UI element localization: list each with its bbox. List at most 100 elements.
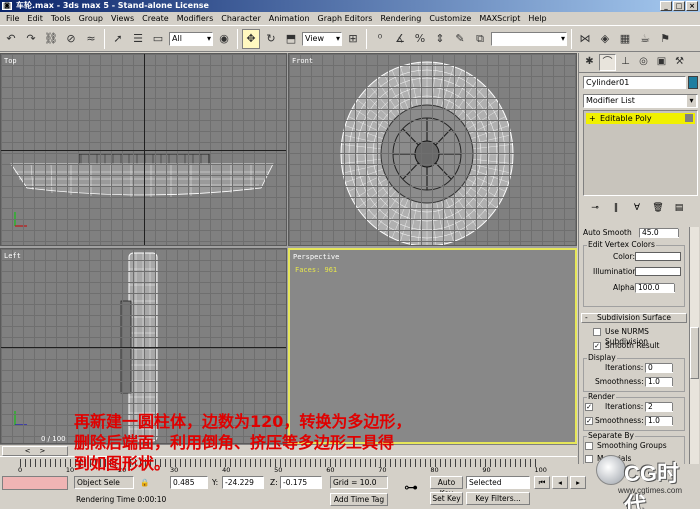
show-end-result-icon[interactable]: ‖ (608, 203, 624, 213)
alpha-field[interactable]: 100.0 (635, 283, 680, 293)
play-icon[interactable]: ▸ (570, 476, 586, 489)
go-to-start-icon[interactable]: ⏮ (534, 476, 550, 489)
pivot-center-icon[interactable]: ⊞ (344, 29, 362, 49)
reference-coordinate-dropdown[interactable]: View (302, 31, 342, 46)
maxscript-listener-box[interactable] (2, 476, 68, 490)
angle-snap-icon[interactable]: ∡ (391, 29, 409, 49)
menu-create[interactable]: Create (138, 12, 173, 25)
spinner-snap-icon[interactable]: ⇕ (431, 29, 449, 49)
select-move-icon[interactable]: ✥ (242, 28, 260, 49)
command-panel-scrollbar[interactable] (689, 227, 699, 464)
motion-tab-icon[interactable]: ◎ (635, 54, 652, 71)
create-tab-icon[interactable]: ✱ (581, 54, 598, 71)
auto-smooth-threshold-field[interactable]: 45.0 (639, 228, 684, 238)
smooth-result-checkbox[interactable]: ✓ (593, 342, 601, 350)
illumination-color-swatch[interactable] (635, 267, 681, 276)
bind-space-warp-icon[interactable]: ≈ (82, 29, 100, 49)
display-smoothness-field[interactable]: 1.0 (645, 377, 678, 387)
time-slider-thumb[interactable]: < > (2, 446, 68, 456)
align-icon[interactable]: ◈ (596, 29, 614, 49)
menu-animation[interactable]: Animation (265, 12, 314, 25)
undo-icon[interactable]: ↶ (2, 29, 20, 49)
percent-snap-icon[interactable]: % (411, 29, 429, 49)
use-nurms-checkbox[interactable] (593, 328, 601, 336)
previous-frame-icon[interactable]: ◂ (552, 476, 568, 489)
menu-group[interactable]: Group (75, 12, 107, 25)
menu-tools[interactable]: Tools (47, 12, 75, 25)
key-selection-dropdown[interactable]: Selected (466, 476, 530, 489)
material-editor-icon[interactable]: ▦ (616, 29, 634, 49)
display-tab-icon[interactable]: ▣ (653, 54, 670, 71)
viewport-label[interactable]: Perspective (293, 253, 339, 261)
auto-key-button[interactable]: Auto Key (430, 476, 463, 498)
pin-stack-icon[interactable]: ⊸ (587, 203, 603, 213)
modifier-list-dropdown[interactable]: Modifier List (583, 94, 698, 108)
key-filters-button[interactable]: Key Filters... (466, 492, 530, 505)
menu-maxscript[interactable]: MAXScript (475, 12, 524, 25)
menu-graph-editors[interactable]: Graph Editors (314, 12, 377, 25)
display-iterations-field[interactable]: 0 (645, 363, 678, 373)
minimize-button[interactable]: _ (660, 1, 672, 11)
y-coordinate-field[interactable]: -24.229 (222, 476, 264, 489)
selection-filter-dropdown[interactable]: All (169, 31, 213, 46)
object-name-field[interactable]: Cylinder01 (583, 76, 686, 89)
viewport-label[interactable]: Front (292, 57, 313, 65)
add-time-tag-button[interactable]: Add Time Tag (330, 493, 388, 506)
utilities-tab-icon[interactable]: ⚒ (671, 54, 688, 71)
select-rotate-icon[interactable]: ↻ (262, 29, 280, 49)
menu-modifiers[interactable]: Modifiers (173, 12, 218, 25)
lock-selection-icon[interactable]: 🔒 (140, 476, 149, 489)
link-icon[interactable]: ⛓ (42, 29, 60, 49)
named-selection-icon[interactable]: ✎ (451, 29, 469, 49)
snaps-toggle-icon[interactable]: ⁰ (371, 29, 389, 49)
render-iterations-checkbox[interactable]: ✓ (585, 403, 593, 411)
mirror-selected-icon[interactable]: ⋈ (576, 29, 594, 49)
redo-icon[interactable]: ↷ (22, 29, 40, 49)
vertex-color-swatch[interactable] (635, 252, 681, 261)
auto-smooth-button[interactable]: Auto Smooth (583, 228, 632, 238)
render-scene-icon[interactable]: ☕ (636, 29, 654, 49)
select-by-name-icon[interactable]: ☰ (129, 29, 147, 49)
configure-modifier-sets-icon[interactable]: ▤ (671, 203, 687, 213)
quick-render-icon[interactable]: ⚑ (656, 29, 674, 49)
named-selection-sets-dropdown[interactable] (491, 31, 567, 46)
render-iterations-field[interactable]: 2 (645, 402, 678, 412)
select-scale-icon[interactable]: ⬒ (282, 29, 300, 49)
menu-rendering[interactable]: Rendering (376, 12, 425, 25)
window-crossing-icon[interactable]: ◉ (215, 29, 233, 49)
smoothing-groups-checkbox[interactable] (585, 442, 593, 450)
render-smoothness-field[interactable]: 1.0 (645, 416, 678, 426)
viewport-top[interactable]: Top (0, 53, 287, 246)
subdivision-surface-rollout[interactable]: - Subdivision Surface (581, 313, 687, 323)
stack-item-editable-poly[interactable]: Editable Poly (586, 113, 695, 124)
object-color-swatch[interactable] (688, 76, 698, 89)
z-coordinate-field[interactable]: -0.175 (280, 476, 322, 489)
menu-file[interactable]: File (2, 12, 23, 25)
select-object-icon[interactable]: ➚ (109, 29, 127, 49)
x-coordinate-field[interactable]: 0.485 (170, 476, 208, 489)
scrollbar-thumb[interactable] (690, 327, 699, 379)
viewport-front[interactable]: Front (288, 53, 577, 246)
max-app-icon[interactable]: ◙ (2, 2, 12, 10)
make-unique-icon[interactable]: ∀ (629, 203, 645, 213)
hierarchy-tab-icon[interactable]: ⊥ (617, 54, 634, 71)
viewport-label[interactable]: Top (4, 57, 17, 65)
key-icon[interactable]: ⊶ (404, 481, 418, 495)
unlink-icon[interactable]: ⊘ (62, 29, 80, 49)
light-bulb-icon[interactable] (685, 114, 693, 122)
materials-checkbox[interactable] (585, 455, 593, 463)
mirror-icon[interactable]: ⧉ (471, 29, 489, 49)
render-smoothness-checkbox[interactable]: ✓ (585, 417, 593, 425)
menu-views[interactable]: Views (107, 12, 138, 25)
maximize-button[interactable]: □ (673, 1, 685, 11)
menu-help[interactable]: Help (524, 12, 550, 25)
set-key-button[interactable]: Set Key (430, 492, 463, 505)
rectangular-selection-icon[interactable]: ▭ (149, 29, 167, 49)
modify-tab-icon[interactable]: ⌒ (599, 54, 616, 71)
menu-edit[interactable]: Edit (23, 12, 47, 25)
menu-character[interactable]: Character (217, 12, 265, 25)
viewport-label[interactable]: Left (4, 252, 21, 260)
menu-customize[interactable]: Customize (425, 12, 475, 25)
remove-modifier-icon[interactable]: 🗑 (650, 203, 666, 213)
close-button[interactable]: × (686, 1, 698, 11)
